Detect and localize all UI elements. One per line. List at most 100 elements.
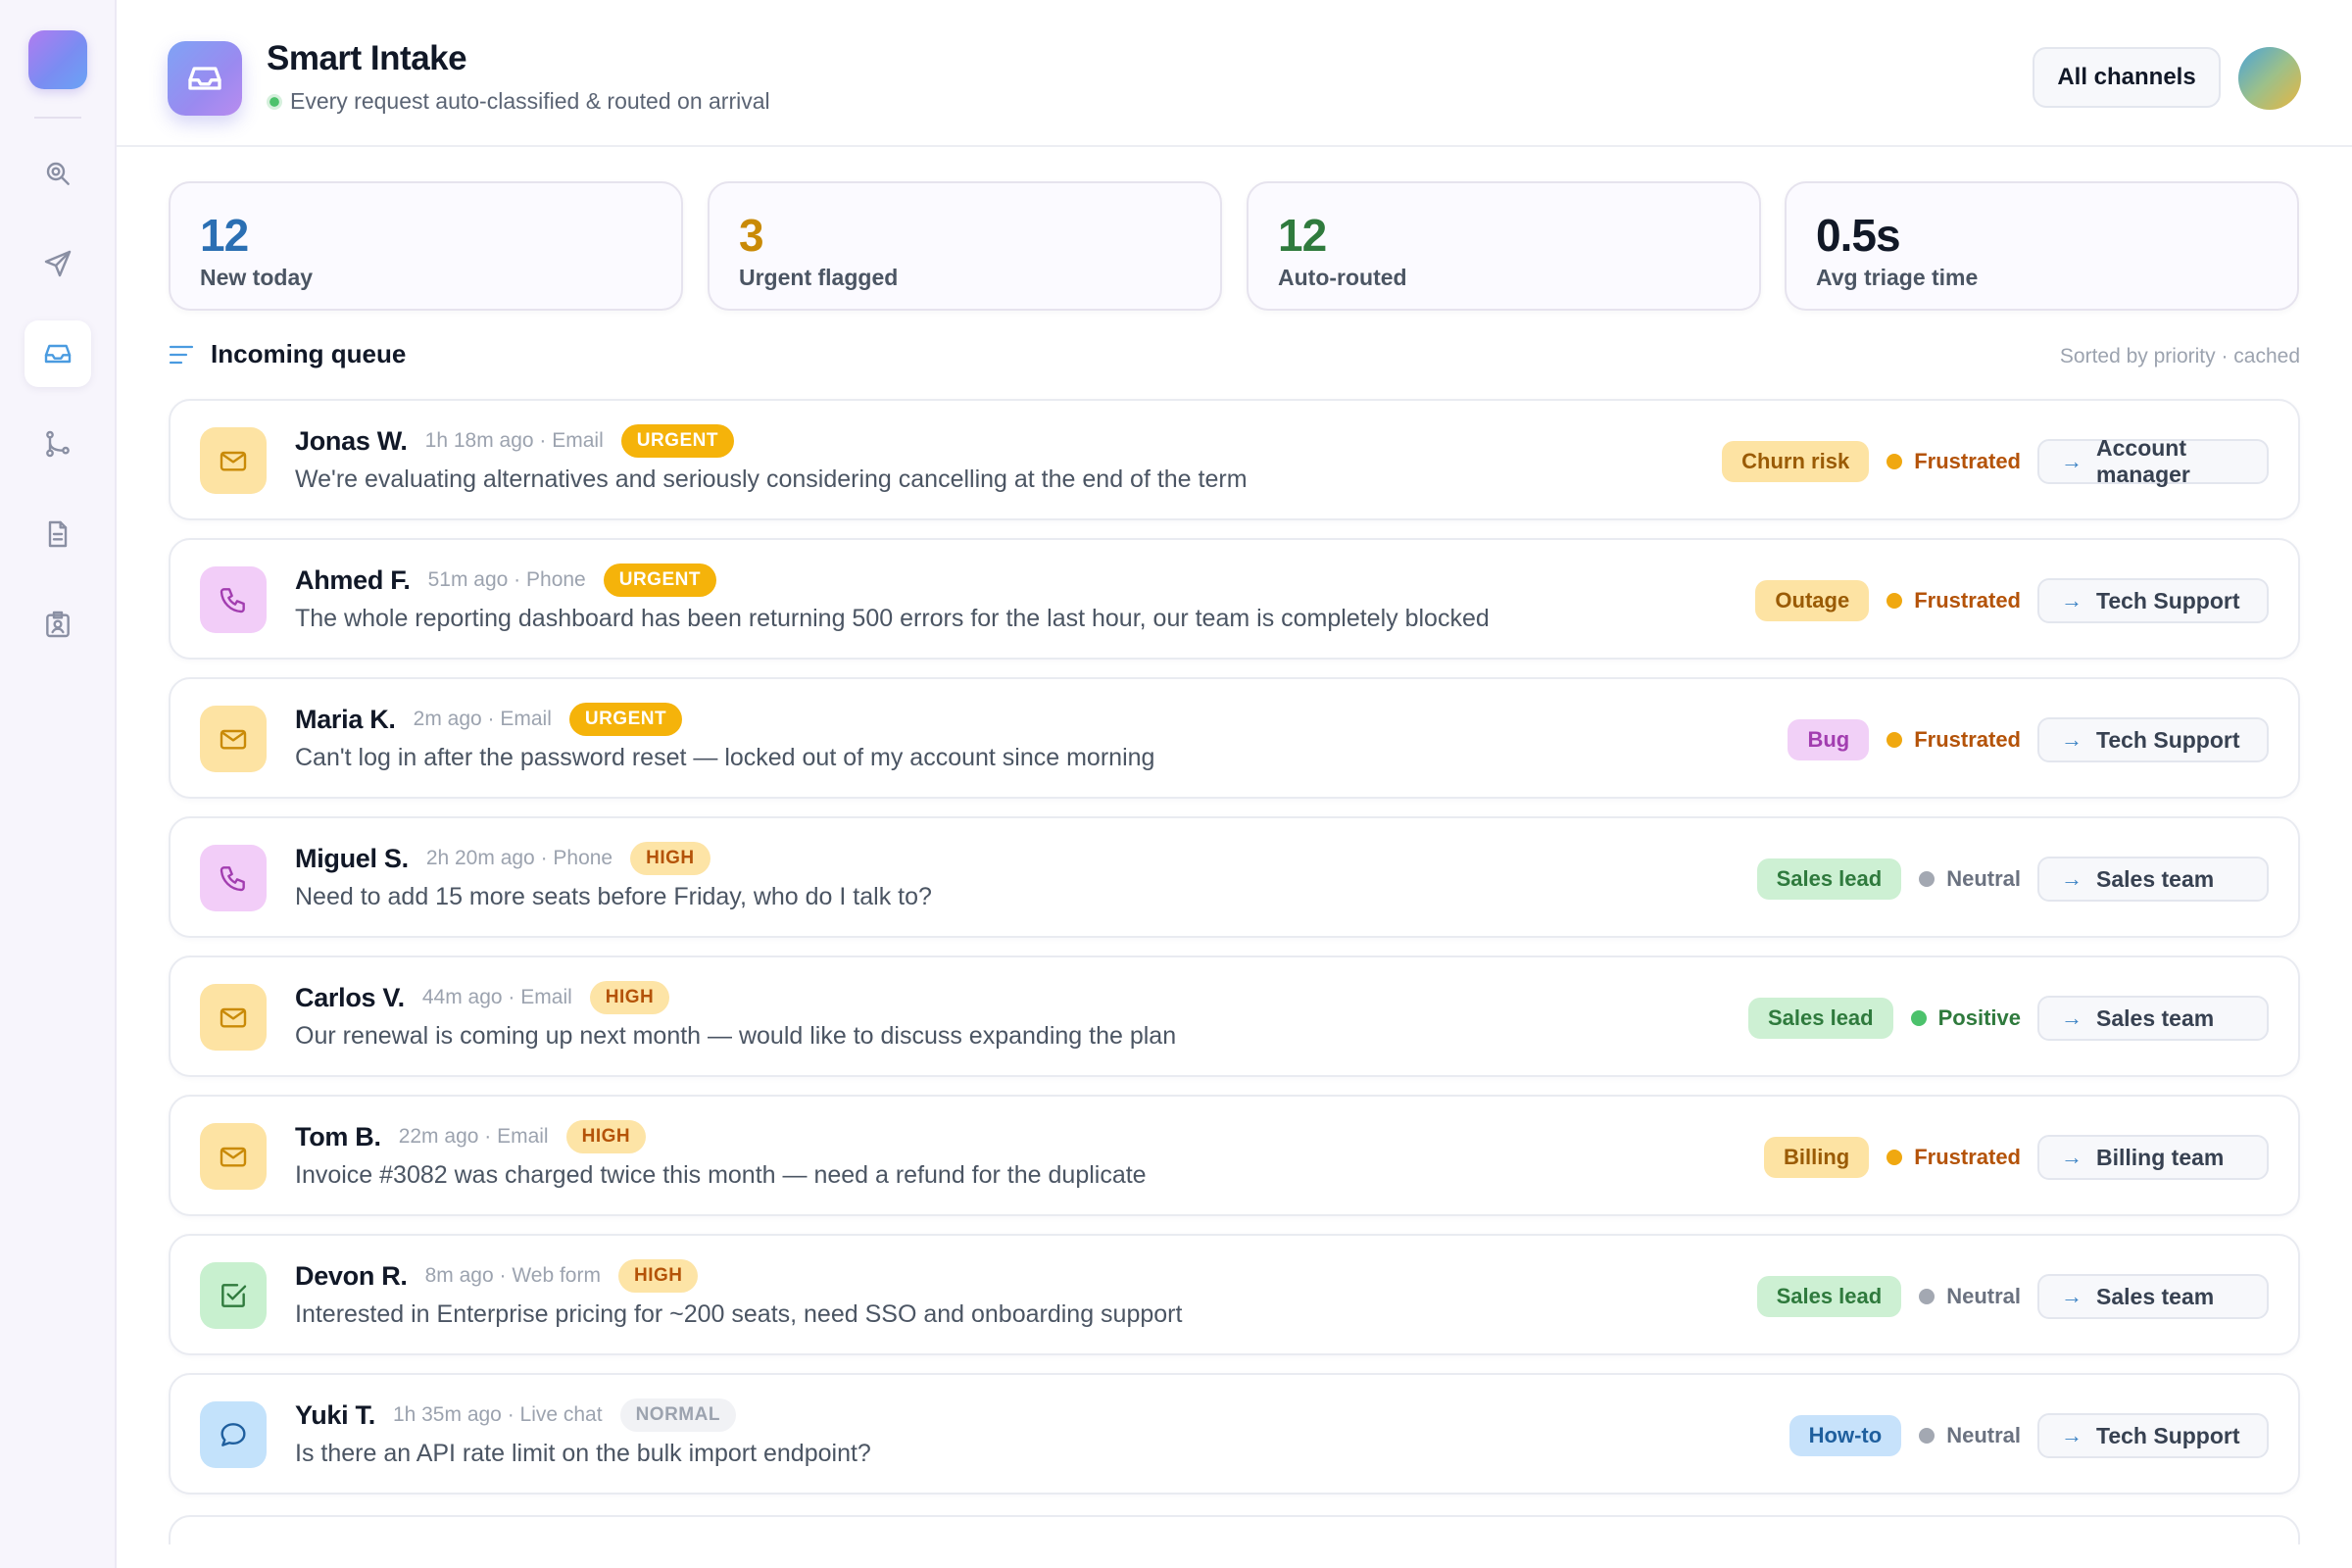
request-meta: 51m ago · Phone bbox=[427, 568, 586, 591]
row-header: Ahmed F. 51m ago · Phone URGENT bbox=[295, 564, 716, 597]
sentiment: Neutral bbox=[1919, 1423, 2021, 1448]
phone-icon bbox=[220, 588, 245, 613]
checkbox-icon bbox=[221, 1284, 247, 1307]
priority-badge: HIGH bbox=[589, 981, 670, 1014]
list-icon bbox=[169, 345, 194, 365]
channel-icon-badge bbox=[200, 984, 267, 1051]
sentiment-label: Neutral bbox=[1946, 1284, 2021, 1308]
sidebar-item-contacts[interactable] bbox=[24, 591, 91, 658]
requester-name: Ahmed F. bbox=[295, 564, 411, 595]
classification: How-to Neutral → Tech Support bbox=[1788, 1413, 2269, 1458]
route-label: Tech Support bbox=[2096, 587, 2240, 613]
route-button[interactable]: → Tech Support bbox=[2037, 717, 2269, 762]
category-tag: Sales lead bbox=[1756, 858, 1902, 900]
sentiment-dot bbox=[1919, 1428, 1936, 1444]
stat-label: Avg triage time bbox=[1816, 265, 1979, 290]
stat-label: New today bbox=[200, 265, 314, 290]
route-button[interactable]: → Account manager bbox=[2037, 435, 2269, 487]
priority-badge: URGENT bbox=[620, 424, 734, 458]
sentiment-label: Frustrated bbox=[1914, 449, 2021, 473]
sidebar-item-routing[interactable] bbox=[24, 411, 91, 477]
arrow-right-icon: → bbox=[2061, 1145, 2082, 1169]
route-button[interactable]: → Tech Support bbox=[2037, 578, 2269, 623]
stat-label: Auto-routed bbox=[1278, 265, 1407, 290]
stat-value: 3 bbox=[739, 210, 764, 261]
live-status-dot bbox=[267, 93, 282, 110]
request-meta: 22m ago · Email bbox=[398, 1125, 549, 1148]
sentiment-label: Neutral bbox=[1946, 1423, 2021, 1447]
mail-icon bbox=[220, 729, 247, 750]
route-button[interactable]: → Tech Support bbox=[2037, 1413, 2269, 1458]
request-message: Is there an API rate limit on the bulk i… bbox=[295, 1440, 871, 1467]
priority-badge: HIGH bbox=[617, 1259, 699, 1293]
queue-row[interactable]: Carlos V. 44m ago · Email HIGH Our renewal … bbox=[169, 956, 2300, 1077]
row-header: Carlos V. 44m ago · Email HIGH bbox=[295, 981, 670, 1014]
route-label: Sales team bbox=[2096, 1283, 2215, 1309]
sentiment-label: Frustrated bbox=[1914, 727, 2021, 752]
route-label: Account manager bbox=[2096, 435, 2190, 487]
route-label: Tech Support bbox=[2096, 726, 2240, 753]
stat-card: 3 Urgent flagged bbox=[708, 181, 1222, 311]
document-icon bbox=[48, 520, 67, 548]
app-logo[interactable] bbox=[27, 30, 87, 89]
priority-badge: NORMAL bbox=[619, 1398, 736, 1432]
stat-card: 0.5s Avg triage time bbox=[1785, 181, 2299, 311]
request-meta: 8m ago · Web form bbox=[424, 1264, 601, 1287]
queue-row-partial bbox=[169, 1515, 2300, 1544]
route-button[interactable]: → Sales team bbox=[2037, 1274, 2269, 1319]
sentiment-dot bbox=[1910, 1010, 1927, 1026]
queue-row[interactable]: Yuki T. 1h 35m ago · Live chat NORMAL Is th… bbox=[169, 1373, 2300, 1494]
category-tag: Outage bbox=[1755, 580, 1870, 621]
sentiment-dot bbox=[1886, 1150, 1903, 1165]
app-icon bbox=[168, 41, 242, 116]
arrow-right-icon: → bbox=[2061, 449, 2082, 473]
sidebar-item-send[interactable] bbox=[24, 230, 91, 297]
classification: Billing Frustrated → Billing team bbox=[1763, 1135, 2269, 1180]
channels-filter-button[interactable]: All channels bbox=[2033, 47, 2221, 108]
page-subtitle: Every request auto-classified & routed o… bbox=[267, 88, 770, 115]
chat-bubble-icon bbox=[220, 1423, 246, 1446]
arrow-right-icon: → bbox=[2061, 1005, 2082, 1030]
route-button[interactable]: → Billing team bbox=[2037, 1135, 2269, 1180]
queue-row[interactable]: Maria K. 2m ago · Email URGENT Can't log in… bbox=[169, 677, 2300, 799]
route-label: Sales team bbox=[2096, 865, 2215, 892]
priority-badge: URGENT bbox=[603, 564, 716, 597]
request-meta: 1h 35m ago · Live chat bbox=[392, 1403, 603, 1426]
classification: Outage Frustrated → Tech Support bbox=[1755, 578, 2269, 623]
subtitle-text: Every request auto-classified & routed o… bbox=[290, 88, 770, 114]
stat-value: 12 bbox=[200, 210, 249, 261]
phone-icon bbox=[220, 866, 245, 892]
sentiment-label: Neutral bbox=[1946, 866, 2021, 891]
sentiment: Frustrated bbox=[1886, 449, 2021, 474]
classification: Sales lead Neutral → Sales team bbox=[1756, 857, 2269, 902]
queue-row[interactable]: Devon R. 8m ago · Web form HIGH Interested … bbox=[169, 1234, 2300, 1355]
queue-row[interactable]: Tom B. 22m ago · Email HIGH Invoice #3082 w… bbox=[169, 1095, 2300, 1216]
stat-card: 12 Auto-routed bbox=[1247, 181, 1761, 311]
priority-badge: HIGH bbox=[565, 1120, 647, 1153]
queue-row[interactable]: Jonas W. 1h 18m ago · Email URGENT We're ev… bbox=[169, 399, 2300, 520]
sidebar-item-inbox[interactable] bbox=[24, 320, 91, 387]
sidebar-item-search[interactable] bbox=[24, 140, 91, 207]
route-button[interactable]: → Sales team bbox=[2037, 857, 2269, 902]
channel-icon-badge bbox=[200, 706, 267, 772]
requester-name: Tom B. bbox=[295, 1121, 381, 1152]
sentiment: Positive bbox=[1910, 1005, 2021, 1031]
request-meta: 2m ago · Email bbox=[413, 708, 552, 730]
requester-name: Maria K. bbox=[295, 704, 396, 734]
priority-badge: HIGH bbox=[630, 842, 710, 875]
requester-name: Jonas W. bbox=[295, 425, 408, 456]
stat-value: 12 bbox=[1278, 210, 1327, 261]
queue-row[interactable]: Miguel S. 2h 20m ago · Phone HIGH Need to a… bbox=[169, 816, 2300, 938]
route-button[interactable]: → Sales team bbox=[2037, 996, 2269, 1041]
requester-name: Yuki T. bbox=[295, 1399, 375, 1430]
arrow-right-icon: → bbox=[2061, 727, 2082, 752]
queue-sort-meta: Sorted by priority · cached bbox=[2059, 345, 2300, 368]
queue-row[interactable]: Ahmed F. 51m ago · Phone URGENT The whole r… bbox=[169, 538, 2300, 660]
channel-icon-badge bbox=[200, 1123, 267, 1190]
avatar[interactable] bbox=[2238, 47, 2301, 110]
request-meta: 44m ago · Email bbox=[421, 986, 572, 1008]
sidebar-item-documents[interactable] bbox=[24, 501, 91, 567]
sentiment-label: Positive bbox=[1937, 1005, 2021, 1030]
mail-icon bbox=[220, 1007, 247, 1028]
sentiment-label: Frustrated bbox=[1914, 1145, 2021, 1169]
